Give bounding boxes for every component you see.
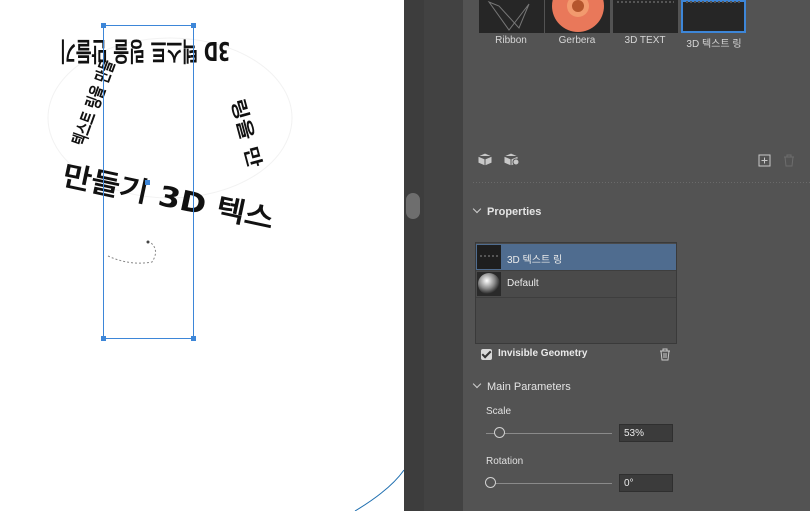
ring-text-bottom: 만들기 3D 텍스	[60, 159, 277, 236]
material-name: 3D 텍스트 링	[507, 255, 563, 266]
main-parameters-header[interactable]: Main Parameters	[472, 379, 571, 393]
selection-handle	[191, 336, 196, 341]
properties-header-label: Properties	[487, 206, 542, 218]
material-thumbnail	[477, 272, 501, 296]
thumbnail-label: Ribbon	[495, 35, 527, 46]
thumbnail-ribbon[interactable]	[479, 0, 544, 33]
rotation-slider-track[interactable]	[486, 483, 612, 484]
gerbera-preview	[552, 0, 604, 32]
ribbon-preview	[487, 0, 530, 31]
material-list: 3D 텍스트 링 Default	[475, 242, 677, 344]
cube-person-icon[interactable]	[502, 151, 522, 169]
shadow-stroke	[107, 241, 156, 264]
main-parameters-header-label: Main Parameters	[487, 381, 571, 393]
thumbnail-3d-text-ring[interactable]	[681, 0, 746, 33]
ring-text-right: 링을 만	[226, 97, 265, 171]
3d-materials-panel: Ribbon Gerbera 3D TEXT 3D 텍스트 링 Properti…	[424, 0, 810, 511]
scrollbar-thumb[interactable]	[406, 193, 420, 219]
chevron-down-icon	[472, 379, 482, 389]
invisible-geometry-label: Invisible Geometry	[498, 348, 588, 359]
ring-text-left: 텍스트 링을 만들	[69, 57, 120, 149]
material-thumbnail	[477, 245, 501, 269]
thumbnail-gerbera[interactable]	[545, 0, 610, 33]
delete-material-icon[interactable]	[659, 348, 671, 361]
rotation-label: Rotation	[486, 456, 524, 467]
scale-slider-knob[interactable]	[494, 427, 505, 438]
panel-gutter	[404, 0, 424, 511]
selection-handle	[101, 23, 106, 28]
material-row[interactable]: Default	[476, 271, 676, 298]
ring-text-top: 3D 텍스트 링을 만들기	[60, 35, 230, 65]
curve-path	[354, 469, 404, 511]
rotation-value-field[interactable]: 0°	[619, 474, 673, 492]
thumbnail-label: Gerbera	[558, 35, 596, 46]
chevron-down-icon	[472, 204, 482, 214]
material-row[interactable]: 3D 텍스트 링	[476, 244, 676, 271]
selection-center	[145, 180, 150, 185]
thumbnail-label: 3D TEXT	[624, 35, 666, 46]
ring-artwork: 3D 텍스트 링을 만들기 만들기 3D 텍스 텍스트 링을 만들 링을 만	[47, 23, 404, 511]
sphere-preview	[478, 273, 500, 295]
cube-icon[interactable]	[476, 151, 494, 167]
artboard-canvas[interactable]: 3D 텍스트 링을 만들기 만들기 3D 텍스 텍스트 링을 만들 링을 만	[0, 0, 404, 511]
add-icon[interactable]	[758, 154, 771, 167]
material-name: Default	[507, 278, 539, 289]
section-divider	[473, 182, 810, 183]
trash-icon[interactable]	[783, 154, 795, 167]
rotation-slider-knob[interactable]	[485, 477, 496, 488]
invisible-geometry-checkbox[interactable]	[481, 349, 492, 360]
thumbnail-3d-text[interactable]	[613, 0, 678, 33]
scale-label: Scale	[486, 406, 512, 417]
properties-header[interactable]: Properties	[472, 204, 542, 218]
selection-handle	[101, 336, 106, 341]
selection-handle	[191, 23, 196, 28]
thumbnail-label: 3D 텍스트 링	[686, 39, 742, 50]
panel-content: Ribbon Gerbera 3D TEXT 3D 텍스트 링 Properti…	[463, 0, 810, 511]
scale-value-field[interactable]: 53%	[619, 424, 673, 442]
